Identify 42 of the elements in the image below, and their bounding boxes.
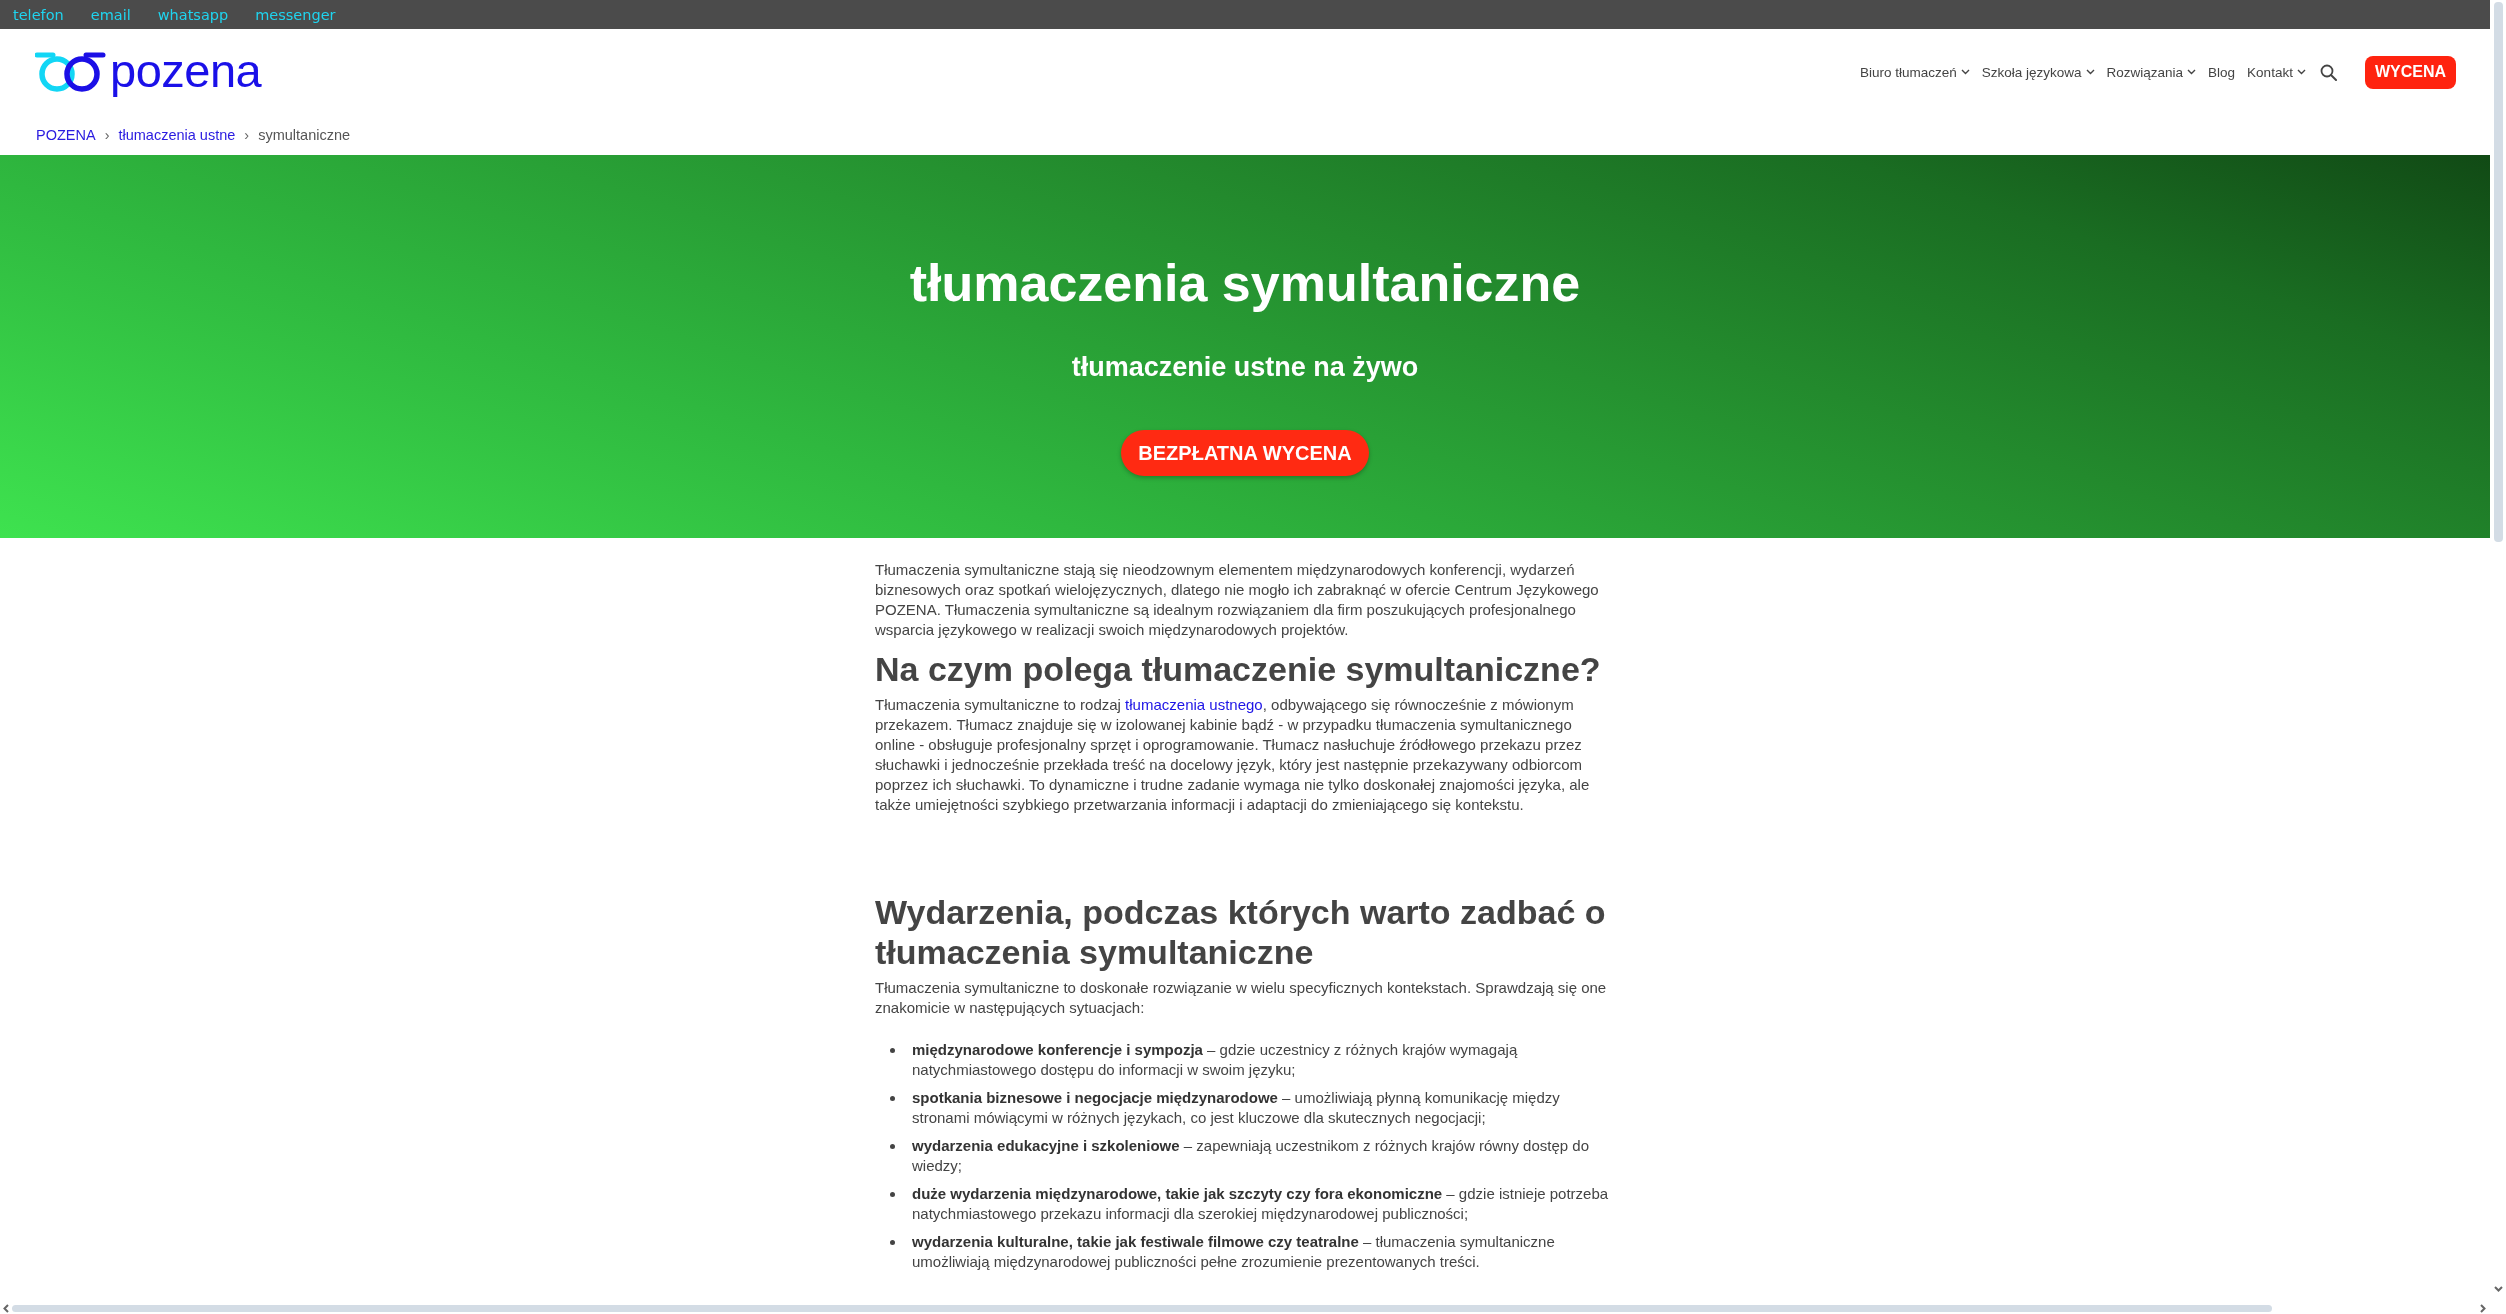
list-item-text: duże wydarzenia międzynarodowe, takie jak szczyty czy fora ekonomiczne – gdzie istnieje potrzeba natychmiastowego przekazu informacji dla szerokiej międzynarodowej publiczności;	[912, 1184, 1610, 1224]
section-heading: Wydarzenia, podczas których warto zadbać o tłumaczenia symultaniczne	[875, 892, 1607, 972]
bullet-icon	[890, 1048, 895, 1053]
text-link[interactable]: tłumaczenia ustnego	[1125, 696, 1263, 713]
list-item-text: wydarzenia kulturalne, takie jak festiwale filmowe czy teatralne – tłumaczenia symultaniczne umożliwiają międzynarodowej publiczności pełne zrozumienie prezentowanych treści.	[912, 1232, 1556, 1272]
contact-link[interactable]: whatsapp	[157, 6, 229, 23]
contact-link[interactable]: messenger	[255, 6, 336, 23]
nav-menu-item[interactable]: Biuro tłumaczeń	[1859, 64, 1970, 80]
section-heading: Na czym polega tłumaczenie symultaniczne?	[875, 649, 1602, 689]
paragraph: Tłumaczenia symultaniczne to rodzaj tłumaczenia ustnego, odbywającego się równocześnie z mówionym przekazem. Tłumacz znajduje się w izolowanej kabinie bądź - w przypadku tłumaczenia symultanicznego online - obsługuje profesjonalny sprzęt i oprogramowanie. Tłumacz nasłuchuje źródłowego przekazu przez słuchawki i jednocześnie przekłada treść na docelowy język, który jest następnie przekazywany odbiorcom poprzez ich słuchawki. To dynamiczne i trudne zadanie wymaga nie tylko doskonałej znajomości języka, ale także umiejętności szybkiego przetwarzania informacji i adaptacji do zmieniającego się kontekstu.	[875, 695, 1591, 815]
breadcrumb-link[interactable]: POZENA	[36, 127, 96, 143]
nav-menu-item[interactable]: Blog	[2208, 64, 2236, 80]
contact-link[interactable]: telefon	[13, 6, 64, 23]
breadcrumb-current: symultaniczne	[258, 127, 351, 143]
chevron-left-icon[interactable]	[3, 1303, 9, 1313]
logo[interactable]: pozena	[35, 46, 262, 98]
nav-menu-item[interactable]: Rozwiązania	[2106, 64, 2197, 80]
hero-title: tłumaczenia symultaniczne	[909, 253, 1581, 314]
contact-link[interactable]: email	[90, 6, 131, 23]
list-item-text: spotkania biznesowe i negocjacje międzynarodowe – umożliwiają płynną komunikację między stronami mówiącymi w różnych językach, co jest kluczowe dla skutecznych negocjacji;	[912, 1088, 1561, 1128]
list-item-text: wydarzenia edukacyjne i szkoleniowe – zapewniają uczestnikom z różnych krajów równy dostęp do wiedzy;	[912, 1136, 1590, 1176]
bullet-icon	[890, 1096, 895, 1101]
list-item-text: międzynarodowe konferencje i sympozja – gdzie uczestnicy z różnych krajów wymagają natychmiastowego dostępu do informacji w swoim języku;	[912, 1040, 1519, 1080]
paragraph: Tłumaczenia symultaniczne stają się nieodzownym elementem międzynarodowych konferencji, wydarzeń biznesowych oraz spotkań wielojęzycznych, dlatego nie mogło ich zabraknąć w ofercie Centrum Językowego POZENA. Tłumaczenia symultaniczne są idealnym rozwiązaniem dla firm poszukujących profesjonalnego wsparcia językowego w realizacji swoich międzynarodowych projektów.	[875, 560, 1600, 640]
nav-menu-item[interactable]: Szkoła językowa	[1981, 64, 2095, 80]
bullet-icon	[890, 1144, 895, 1149]
nav-menu-item[interactable]: Kontakt	[2247, 64, 2306, 80]
chevron-down-icon[interactable]	[2493, 1286, 2503, 1292]
hero-subtitle: tłumaczenie ustne na żywo	[1071, 351, 1419, 384]
bullet-icon	[890, 1240, 895, 1245]
breadcrumb-separator: ›	[104, 127, 110, 143]
scrollbar-thumb[interactable]	[12, 1304, 2272, 1312]
logo-rings-icon	[35, 51, 107, 93]
paragraph: Tłumaczenia symultaniczne to doskonałe rozwiązanie w wielu specyficznych kontekstach. Sprawdzają się one znakomicie w następujących sytuacjach:	[875, 978, 1608, 1018]
breadcrumb-link[interactable]: tłumaczenia ustne	[118, 127, 236, 143]
search-icon[interactable]	[2319, 63, 2337, 81]
bullet-icon	[890, 1192, 895, 1197]
quote-button[interactable]: WYCENA	[2364, 55, 2456, 89]
free-quote-button[interactable]: BEZPŁATNA WYCENA	[1121, 430, 1369, 476]
breadcrumb-separator: ›	[244, 127, 250, 143]
scrollbar-thumb[interactable]	[2493, 2, 2503, 542]
chevron-right-icon[interactable]	[2480, 1303, 2486, 1313]
